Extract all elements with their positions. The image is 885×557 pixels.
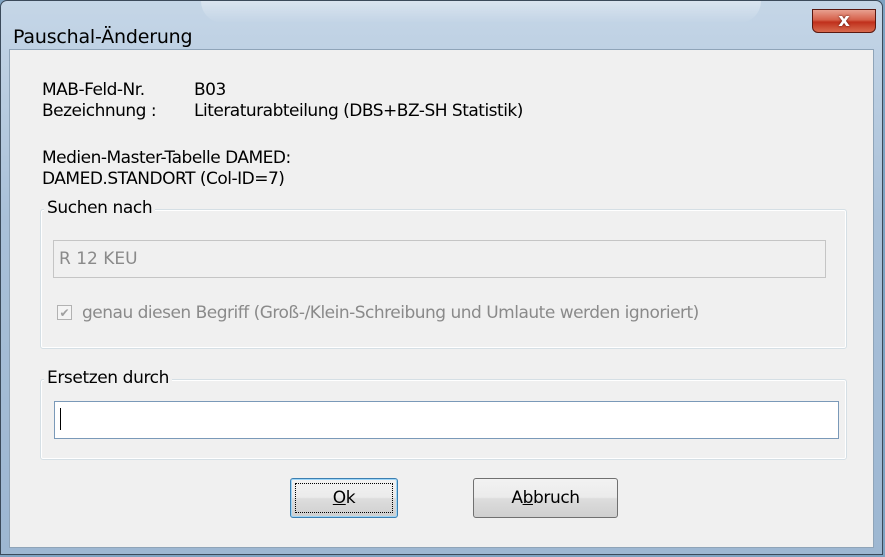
replace-group-label: Ersetzen durch xyxy=(44,370,172,387)
dialog-client-area: MAB-Feld-Nr. B03 Bezeichnung : Literatur… xyxy=(9,49,874,548)
exact-match-checkbox[interactable]: ✔ xyxy=(57,305,72,320)
mab-field-label: MAB-Feld-Nr. xyxy=(42,80,145,100)
table-column-line2: DAMED.STANDORT (Col-ID=7) xyxy=(42,169,285,189)
cancel-accelerator: b xyxy=(522,488,534,508)
close-button[interactable]: x xyxy=(812,9,876,33)
designation-value: Literaturabteilung (DBS+BZ-SH Statistik) xyxy=(194,101,523,121)
cancel-label-start: A xyxy=(511,488,523,508)
text-caret xyxy=(60,408,61,430)
search-group-label: Suchen nach xyxy=(44,200,156,217)
table-name-line1: Medien-Master-Tabelle DAMED: xyxy=(42,148,291,168)
designation-label: Bezeichnung : xyxy=(42,101,157,121)
window-title: Pauschal-Änderung xyxy=(13,26,193,48)
ok-button[interactable]: Ok xyxy=(290,478,398,518)
checkmark-icon: ✔ xyxy=(59,305,70,320)
cancel-button[interactable]: Abbruch xyxy=(473,478,618,518)
dialog-window: Pauschal-Änderung x MAB-Feld-Nr. B03 Bez… xyxy=(0,0,883,555)
cancel-label-end: bruch xyxy=(532,488,580,508)
exact-match-label: genau diesen Begriff (Groß-/Klein-Schrei… xyxy=(82,303,699,323)
mab-field-value: B03 xyxy=(194,80,226,100)
replace-input[interactable] xyxy=(54,401,839,439)
search-groupbox xyxy=(40,209,847,349)
search-input[interactable] xyxy=(53,240,826,278)
close-icon: x xyxy=(838,10,850,31)
